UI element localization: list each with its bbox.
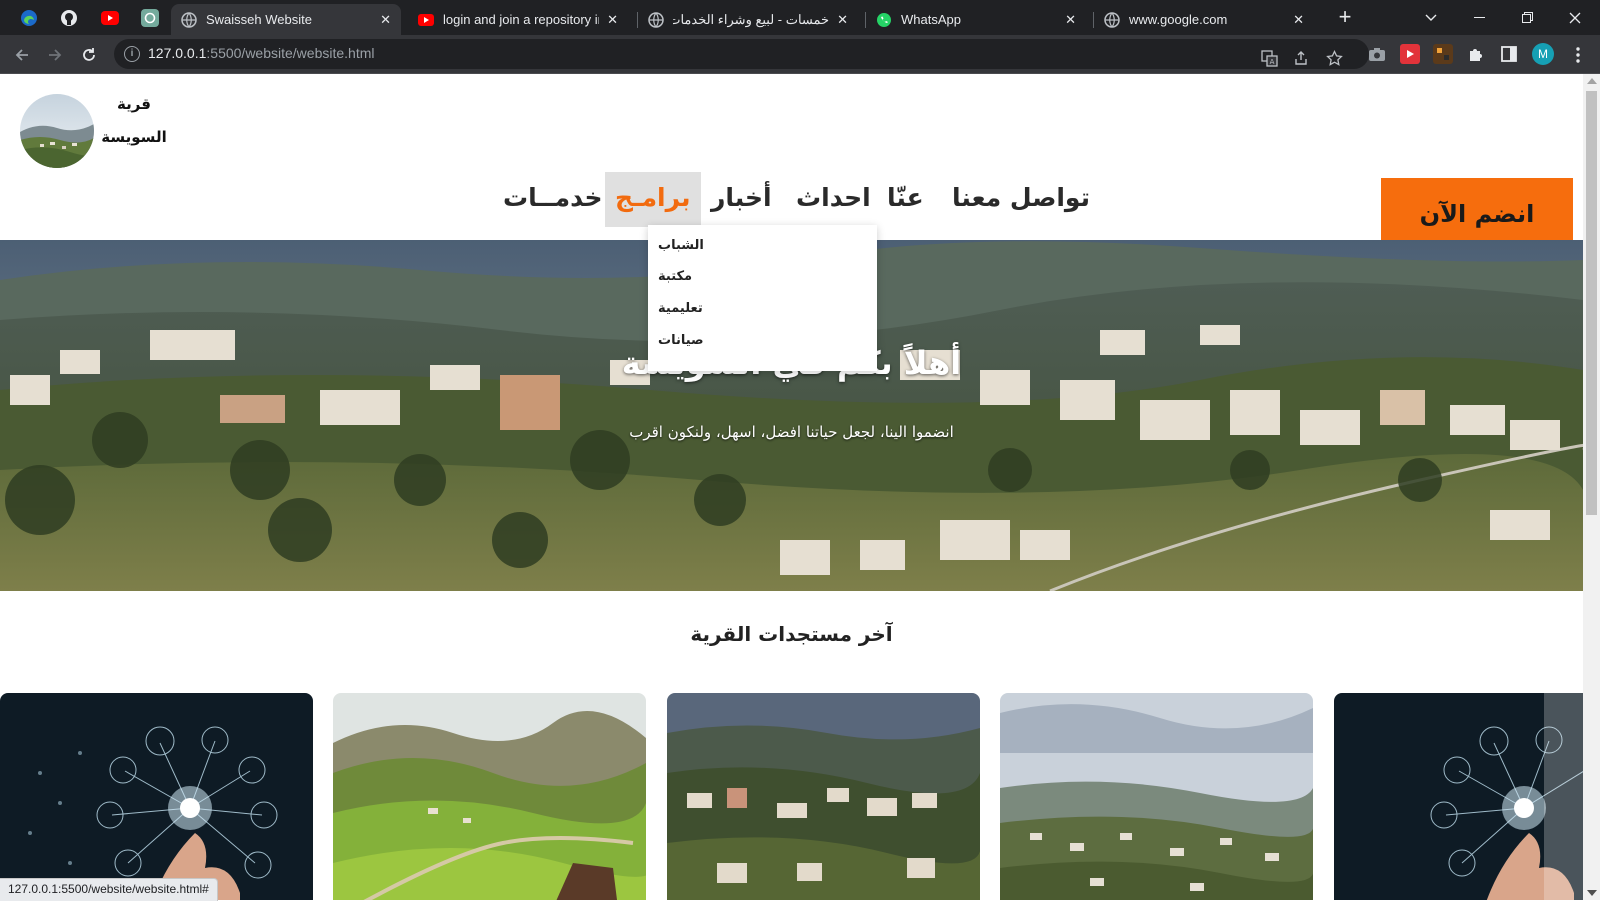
menu-button[interactable] (1565, 42, 1591, 68)
dropdown-item-education[interactable]: تعليمية (658, 301, 858, 316)
tab-google[interactable]: www.google.com ✕ (1094, 4, 1314, 35)
news-card[interactable] (667, 693, 980, 900)
news-card[interactable] (1334, 693, 1583, 900)
news-card[interactable] (333, 693, 646, 900)
tab-github-login[interactable]: login and join a repository in ✕ (408, 4, 628, 35)
technology-network-image (0, 693, 313, 900)
tab-title: خمسات - لبيع وشراء الخدمات ال (673, 11, 830, 27)
pinned-tab-chatgpt[interactable] (137, 5, 163, 31)
browser-toolbar: i 127.0.0.1:5500/website/website.html A … (0, 35, 1600, 74)
github-icon (61, 10, 77, 26)
tab-title: www.google.com (1129, 12, 1228, 27)
arrow-left-icon (15, 49, 28, 61)
nav-item-services[interactable]: خدمــات (503, 172, 603, 227)
scroll-up-arrow-icon[interactable] (1587, 78, 1597, 84)
close-icon[interactable]: ✕ (607, 12, 618, 28)
puzzle-extensions-icon[interactable] (1466, 44, 1486, 64)
reload-button[interactable] (76, 42, 102, 68)
pinned-tab-edge[interactable] (16, 5, 42, 31)
kebab-menu-icon (1576, 47, 1580, 63)
bookmark-star-icon[interactable] (1324, 48, 1344, 68)
pinned-tab-github[interactable] (56, 5, 82, 31)
globe-icon (648, 11, 664, 28)
tab-khamsat[interactable]: خمسات - لبيع وشراء الخدمات ال ✕ (638, 4, 858, 35)
video-extension-icon[interactable] (1400, 44, 1420, 64)
nav-item-contact[interactable]: تواصل معنا (952, 172, 1090, 227)
hero-subtitle: انضموا الينا، لجعل حياتنا افضل، اسهل، ول… (629, 423, 954, 441)
nav-item-programs[interactable]: برامـج (605, 172, 701, 227)
side-panel-icon[interactable] (1499, 44, 1519, 64)
page-viewport: قرية السويسة تواصل معنا عنّا احداث أخبار… (0, 74, 1583, 900)
brand-line-1: قرية (117, 95, 151, 113)
browser-tab-strip: Swaisseh Website ✕ login and join a repo… (0, 0, 1600, 35)
svg-text:A: A (1269, 58, 1274, 66)
tab-title: login and join a repository in (443, 12, 600, 27)
news-card[interactable] (0, 693, 313, 900)
nav-item-news[interactable]: أخبار (711, 172, 772, 227)
minimize-button[interactable] (1456, 0, 1502, 35)
scrollbar-thumb[interactable] (1586, 91, 1597, 515)
address-bar[interactable]: i 127.0.0.1:5500/website/website.html A (114, 39, 1369, 69)
globe-icon (181, 11, 197, 28)
chevron-down-icon (1425, 14, 1437, 21)
chatgpt-icon (141, 9, 159, 27)
dropdown-item-library[interactable]: مكتبة (658, 269, 858, 284)
close-icon (1569, 12, 1581, 23)
game-extension-icon[interactable] (1433, 44, 1453, 64)
share-icon[interactable] (1291, 48, 1311, 68)
page-scrollbar[interactable] (1583, 74, 1600, 900)
minimize-icon (1473, 16, 1485, 18)
back-button[interactable] (9, 42, 35, 68)
village-panorama-image (1000, 693, 1313, 900)
whatsapp-icon (876, 12, 892, 28)
programs-dropdown-menu: الشباب مكتبة تعليمية صيانات (648, 225, 877, 371)
forward-button[interactable] (42, 42, 68, 68)
tab-search-button[interactable] (1408, 0, 1454, 35)
url-host: 127.0.0.1 (148, 45, 207, 61)
reload-icon (83, 48, 95, 61)
tab-title: Swaisseh Website (206, 12, 312, 27)
close-window-button[interactable] (1552, 0, 1598, 35)
tab-whatsapp[interactable]: WhatsApp ✕ (866, 4, 1086, 35)
green-valley-image (333, 693, 646, 900)
arrow-right-icon (49, 49, 62, 61)
youtube-icon (101, 11, 119, 25)
section-title: آخر مستجدات القرية (690, 622, 893, 646)
village-hillside-image (667, 693, 980, 900)
url-text[interactable]: 127.0.0.1:5500/website/website.html (148, 45, 374, 61)
news-card[interactable] (1000, 693, 1313, 900)
pinned-tab-youtube[interactable] (97, 5, 123, 31)
translate-icon[interactable]: A (1259, 48, 1279, 68)
close-icon[interactable]: ✕ (1293, 12, 1304, 28)
close-icon[interactable]: ✕ (837, 12, 848, 28)
scroll-down-arrow-icon[interactable] (1587, 890, 1597, 896)
dropdown-item-maintenance[interactable]: صيانات (658, 333, 858, 348)
link-status-bubble: 127.0.0.1:5500/website/website.html# (0, 878, 218, 901)
restore-icon (1521, 12, 1533, 23)
dropdown-item-youth[interactable]: الشباب (658, 238, 858, 253)
nav-item-events[interactable]: احداث (796, 172, 871, 227)
restore-button[interactable] (1504, 0, 1550, 35)
edge-icon (21, 10, 37, 26)
technology-network-image (1334, 693, 1583, 900)
brand-line-2: السويسة (101, 128, 167, 146)
main-nav: تواصل معنا عنّا احداث أخبار برامـج خدمــ… (0, 172, 1583, 232)
info-icon[interactable]: i (124, 46, 140, 62)
youtube-icon (418, 12, 434, 28)
nav-item-about[interactable]: عنّا (887, 172, 924, 227)
globe-icon (1104, 11, 1120, 28)
close-icon[interactable]: ✕ (1065, 12, 1076, 28)
camera-extension-icon[interactable] (1367, 44, 1387, 64)
village-logo-image[interactable] (20, 94, 94, 168)
brand-name[interactable]: قرية السويسة (100, 88, 168, 154)
close-icon[interactable]: ✕ (380, 12, 391, 28)
url-path: :5500/website/website.html (206, 45, 375, 61)
tab-title: WhatsApp (901, 12, 961, 27)
new-tab-button[interactable]: + (1333, 6, 1357, 30)
tab-swaisseh-website[interactable]: Swaisseh Website ✕ (171, 4, 401, 35)
profile-avatar[interactable]: M (1532, 43, 1554, 65)
